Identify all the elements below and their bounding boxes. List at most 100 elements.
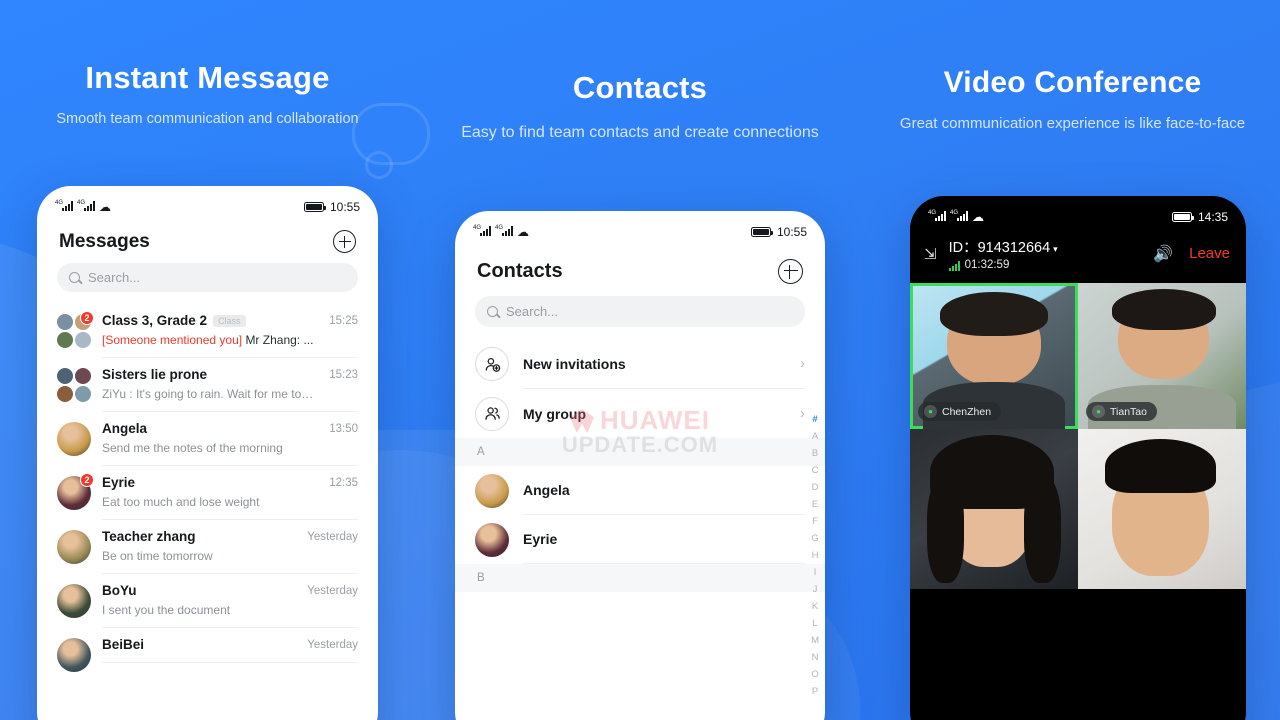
message-preview: ZiYu : It's going to rain. Wait for me t… xyxy=(102,387,314,401)
leave-button[interactable]: Leave xyxy=(1189,245,1230,262)
conversation-name: Class 3, Grade 2 xyxy=(102,313,208,328)
unread-badge: 2 xyxy=(80,311,94,325)
alphabet-index-item[interactable]: D xyxy=(812,479,819,496)
wifi-icon: ☁ xyxy=(517,225,530,239)
message-list-item[interactable]: Angela 13:50 Send me the notes of the morn… xyxy=(37,412,378,466)
message-list-item[interactable]: Sisters lie prone 15:23 ZiYu : It's going … xyxy=(37,358,378,412)
contact-list-item[interactable]: Angela xyxy=(455,466,825,515)
panel-subtitle-instant-message: Smooth team communication and collaborat… xyxy=(56,111,359,127)
contacts-entry-new-invitations[interactable]: New invitations › xyxy=(455,339,825,389)
alphabet-index-item[interactable]: C xyxy=(812,462,819,479)
contact-name: Eyrie xyxy=(523,531,558,547)
avatar: 2 xyxy=(57,311,94,348)
conversation-name: Teacher zhang xyxy=(102,529,196,544)
conference-timer: 01:32:59 xyxy=(964,259,1010,271)
search-icon xyxy=(487,306,498,317)
phone-messages: 4G 4G ☁ 10:55 Messages Search... 2 Class… xyxy=(37,186,378,720)
avatar xyxy=(57,584,91,618)
entry-label: My group xyxy=(523,405,586,422)
video-tile[interactable]: ● ChenZhen xyxy=(910,283,1078,429)
alphabet-index-item[interactable]: K xyxy=(812,598,818,615)
alphabet-index-item[interactable]: B xyxy=(812,445,818,462)
video-tile[interactable] xyxy=(1078,429,1246,589)
people-group-icon xyxy=(475,396,509,431)
message-list-item[interactable]: 2 Class 3, Grade 2 Class 15:25 [Someone ment… xyxy=(37,304,378,358)
message-time: Yesterday xyxy=(307,584,358,597)
avatar xyxy=(475,473,509,508)
message-time: 15:23 xyxy=(329,368,358,381)
video-tile[interactable] xyxy=(910,429,1078,589)
video-tile[interactable]: ● TianTao xyxy=(1078,283,1246,429)
alphabet-index-item[interactable]: # xyxy=(812,411,817,428)
unread-badge: 2 xyxy=(80,473,94,487)
signal-4g-icon-1: 4G xyxy=(928,210,947,224)
message-content: Class 3, Grade 2 Class 15:25 [Someone menti… xyxy=(102,304,358,358)
conference-id-label: ID： xyxy=(948,240,978,256)
conversation-name: BoYu xyxy=(102,583,137,598)
chevron-down-icon[interactable]: ▾ xyxy=(1053,244,1058,254)
alphabet-index-item[interactable]: F xyxy=(812,513,818,530)
panel-subtitle-contacts: Easy to find team contacts and create co… xyxy=(461,124,819,141)
alphabet-index-item[interactable]: G xyxy=(811,530,818,547)
battery-icon xyxy=(303,202,326,212)
contacts-section-header: B xyxy=(455,564,825,592)
alphabet-index-item[interactable]: P xyxy=(812,683,818,700)
conference-id-block[interactable]: ID：914312664 ▾ 01:32:59 xyxy=(948,236,1154,271)
conversation-name: BeiBei xyxy=(102,637,145,652)
message-list[interactable]: 2 Class 3, Grade 2 Class 15:25 [Someone ment… xyxy=(37,304,378,672)
message-preview: Send me the notes of the morning xyxy=(102,441,283,455)
contact-name: Angela xyxy=(523,482,570,498)
panel-title-contacts: Contacts xyxy=(572,70,708,105)
message-preview: [Someone mentioned you] Mr Zhang: ... xyxy=(102,333,314,347)
alphabet-index-item[interactable]: O xyxy=(811,666,818,683)
contacts-quick-entries: New invitations › My group › xyxy=(455,339,825,438)
signal-4g-icon-2: 4G xyxy=(495,225,514,239)
alphabet-index-item[interactable]: N xyxy=(812,649,819,666)
contact-list-item[interactable]: Eyrie xyxy=(455,515,825,564)
avatar: 2 xyxy=(57,473,94,510)
contacts-section-header: A xyxy=(455,438,825,466)
contacts-sections[interactable]: A Angela Eyrie B xyxy=(455,438,825,592)
message-list-item[interactable]: BoYu Yesterday I sent you the document xyxy=(37,574,378,628)
message-time: Yesterday xyxy=(307,638,358,651)
message-list-item[interactable]: BeiBei Yesterday xyxy=(37,628,378,672)
message-content: Sisters lie prone 15:23 ZiYu : It's going … xyxy=(102,358,358,412)
alphabet-index-item[interactable]: L xyxy=(812,615,817,632)
mic-icon: ● xyxy=(924,405,937,418)
wifi-icon: ☁ xyxy=(972,210,985,224)
message-time: 15:25 xyxy=(329,314,358,327)
alphabet-index-item[interactable]: J xyxy=(813,581,818,598)
alphabet-index[interactable]: # A B C D E F G H I J K L M N O P xyxy=(811,411,819,700)
video-tile-grid: ● ChenZhen ● TianTao xyxy=(910,283,1246,589)
alphabet-index-item[interactable]: I xyxy=(814,564,817,581)
message-time: 12:35 xyxy=(329,476,358,489)
plus-circle-icon[interactable] xyxy=(778,259,803,284)
message-content: Teacher zhang Yesterday Be on time tomorro… xyxy=(102,520,358,574)
message-list-item[interactable]: 2 Eyrie 12:35 Eat too much and lose weight xyxy=(37,466,378,520)
search-icon xyxy=(69,272,80,283)
message-list-item[interactable]: Teacher zhang Yesterday Be on time tomorro… xyxy=(37,520,378,574)
search-input[interactable]: Search... xyxy=(57,263,358,292)
wifi-icon: ☁ xyxy=(99,200,112,214)
speaker-icon[interactable]: 🔊 xyxy=(1153,244,1173,264)
avatar xyxy=(57,638,91,672)
video-tile-label: ● ChenZhen xyxy=(918,402,1002,421)
alphabet-index-item[interactable]: A xyxy=(812,428,818,445)
search-placeholder: Search... xyxy=(88,270,141,285)
minimize-arrows-icon[interactable]: ⇲ xyxy=(924,245,937,263)
contacts-entry-my-group[interactable]: My group › xyxy=(455,389,825,438)
alphabet-index-item[interactable]: H xyxy=(812,547,819,564)
plus-circle-icon[interactable] xyxy=(333,230,356,253)
contacts-header: Contacts xyxy=(455,247,825,296)
panel-subtitle-video-conference: Great communication experience is like f… xyxy=(899,115,1246,132)
alphabet-index-item[interactable]: E xyxy=(812,496,818,513)
alphabet-index-item[interactable]: M xyxy=(811,632,819,649)
search-input[interactable]: Search... xyxy=(475,296,805,327)
phone-contacts: 4G 4G ☁ 10:55 Contacts Search... New inv… xyxy=(455,211,825,720)
messages-header: Messages xyxy=(37,222,378,263)
avatar xyxy=(57,422,91,456)
message-content: BeiBei Yesterday xyxy=(102,628,358,663)
status-time: 10:55 xyxy=(329,200,360,214)
chevron-right-icon: › xyxy=(800,355,805,372)
conversation-name: Angela xyxy=(102,421,148,436)
